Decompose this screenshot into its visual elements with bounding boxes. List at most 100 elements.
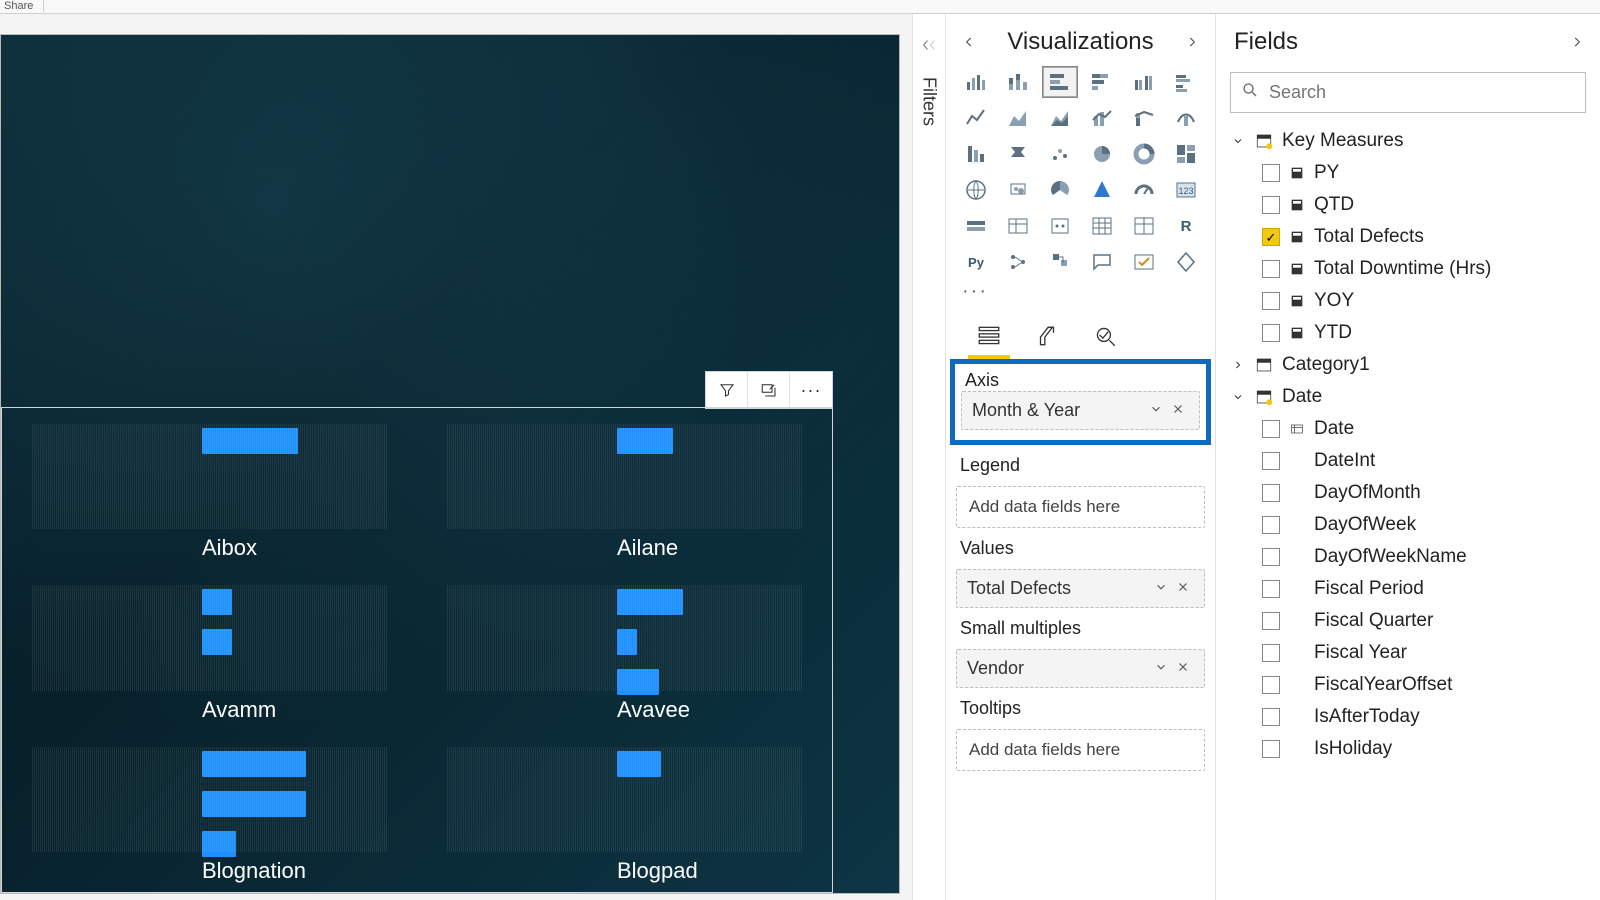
viz-type-icon[interactable] [958, 66, 994, 98]
field-checkbox[interactable] [1262, 292, 1280, 310]
viz-type-icon[interactable] [1168, 66, 1204, 98]
field-row[interactable]: Fiscal Quarter [1228, 605, 1592, 637]
viz-type-icon[interactable] [1042, 246, 1078, 278]
viz-type-icon[interactable] [1000, 138, 1036, 170]
small-multiple-cell[interactable]: Blogpad [417, 731, 832, 892]
viz-type-icon[interactable] [1084, 102, 1120, 134]
field-row[interactable]: PY [1228, 157, 1592, 189]
viz-type-icon[interactable] [1084, 210, 1120, 242]
field-checkbox[interactable] [1262, 196, 1280, 214]
remove-field-icon[interactable] [1172, 578, 1194, 599]
viz-type-icon[interactable] [1084, 174, 1120, 206]
chevron-down-icon[interactable] [1150, 578, 1172, 599]
field-checkbox[interactable] [1262, 676, 1280, 694]
small-multiple-cell[interactable]: Avavee [417, 569, 832, 730]
visual-more-icon[interactable]: ··· [790, 372, 832, 408]
viz-type-icon[interactable] [1000, 102, 1036, 134]
viz-type-icon[interactable] [1000, 246, 1036, 278]
viz-type-icon[interactable] [1000, 66, 1036, 98]
viz-type-icon[interactable] [958, 102, 994, 134]
selected-visual[interactable]: AiboxAilaneAvammAvaveeBlognationBlogpad [1, 407, 833, 893]
field-checkbox[interactable] [1262, 228, 1280, 246]
viz-type-icon[interactable] [1084, 246, 1120, 278]
small-multiple-cell[interactable]: Blognation [2, 731, 417, 892]
viz-type-icon[interactable] [1126, 246, 1162, 278]
field-checkbox[interactable] [1262, 484, 1280, 502]
field-row[interactable]: QTD [1228, 189, 1592, 221]
visual-focus-icon[interactable] [748, 372, 790, 408]
viz-collapse-left-icon[interactable] [958, 31, 980, 53]
field-checkbox[interactable] [1262, 644, 1280, 662]
field-row[interactable]: Date [1228, 413, 1592, 445]
viz-type-icon[interactable] [1042, 210, 1078, 242]
chevron-down-icon[interactable] [1230, 135, 1246, 147]
fields-collapse-icon[interactable] [1566, 31, 1588, 53]
viz-type-icon[interactable] [1168, 246, 1204, 278]
viz-type-icon[interactable] [958, 174, 994, 206]
field-row[interactable]: DayOfWeek [1228, 509, 1592, 541]
viz-type-icon[interactable]: Py [958, 246, 994, 278]
field-checkbox[interactable] [1262, 580, 1280, 598]
axis-field-pill[interactable]: Month & Year [961, 391, 1200, 430]
viz-type-icon[interactable] [958, 210, 994, 242]
small-multiple-cell[interactable]: Avamm [2, 569, 417, 730]
field-checkbox[interactable] [1262, 612, 1280, 630]
field-row[interactable]: IsAfterToday [1228, 701, 1592, 733]
legend-well-slot[interactable]: Add data fields here [956, 486, 1205, 528]
field-checkbox[interactable] [1262, 708, 1280, 726]
table-row[interactable]: Date [1228, 381, 1592, 413]
field-row[interactable]: DateInt [1228, 445, 1592, 477]
viz-type-icon[interactable]: R [1168, 210, 1204, 242]
table-row[interactable]: Category1 [1228, 349, 1592, 381]
field-row[interactable]: DayOfMonth [1228, 477, 1592, 509]
viz-type-icon[interactable] [1084, 66, 1120, 98]
viz-type-icon[interactable] [1126, 102, 1162, 134]
fields-search[interactable] [1230, 72, 1586, 113]
remove-field-icon[interactable] [1167, 400, 1189, 421]
viz-gallery-more-icon[interactable]: ··· [946, 278, 1215, 303]
filters-pane-collapsed[interactable]: Filters [912, 14, 946, 900]
chevron-down-icon[interactable] [1230, 391, 1246, 403]
viz-type-icon[interactable] [1084, 138, 1120, 170]
fields-search-input[interactable] [1269, 82, 1575, 103]
field-checkbox[interactable] [1262, 164, 1280, 182]
viz-type-icon[interactable] [1168, 102, 1204, 134]
viz-type-icon[interactable] [1000, 210, 1036, 242]
field-row[interactable]: FiscalYearOffset [1228, 669, 1592, 701]
fields-tab[interactable] [972, 321, 1006, 351]
chevron-down-icon[interactable] [1145, 400, 1167, 421]
small-multiple-cell[interactable]: Ailane [417, 408, 832, 569]
field-row[interactable]: DayOfWeekName [1228, 541, 1592, 573]
report-page[interactable]: ··· AiboxAilaneAvammAvaveeBlognationBlog… [0, 34, 900, 894]
field-checkbox[interactable] [1262, 452, 1280, 470]
report-canvas[interactable]: ··· AiboxAilaneAvammAvaveeBlognationBlog… [0, 14, 912, 900]
remove-field-icon[interactable] [1172, 658, 1194, 679]
field-row[interactable]: YTD [1228, 317, 1592, 349]
field-row[interactable]: Fiscal Period [1228, 573, 1592, 605]
viz-type-icon[interactable] [1042, 102, 1078, 134]
small-multiple-cell[interactable]: Aibox [2, 408, 417, 569]
viz-collapse-right-icon[interactable] [1181, 31, 1203, 53]
filters-expand-icon[interactable] [920, 36, 938, 59]
viz-type-icon[interactable] [1042, 66, 1078, 98]
field-row[interactable]: Total Downtime (Hrs) [1228, 253, 1592, 285]
viz-type-icon[interactable] [958, 138, 994, 170]
chevron-down-icon[interactable] [1150, 658, 1172, 679]
field-row[interactable]: Total Defects [1228, 221, 1592, 253]
field-checkbox[interactable] [1262, 260, 1280, 278]
viz-type-icon[interactable] [1168, 138, 1204, 170]
field-row[interactable]: IsHoliday [1228, 733, 1592, 765]
viz-type-icon[interactable] [1000, 174, 1036, 206]
viz-type-icon[interactable] [1042, 138, 1078, 170]
viz-type-icon[interactable] [1042, 174, 1078, 206]
analytics-tab[interactable] [1088, 321, 1122, 351]
visual-filter-icon[interactable] [706, 372, 748, 408]
field-checkbox[interactable] [1262, 740, 1280, 758]
field-checkbox[interactable] [1262, 516, 1280, 534]
field-row[interactable]: YOY [1228, 285, 1592, 317]
viz-type-icon[interactable] [1126, 210, 1162, 242]
viz-type-icon[interactable] [1126, 174, 1162, 206]
table-row[interactable]: Key Measures [1228, 125, 1592, 157]
field-checkbox[interactable] [1262, 420, 1280, 438]
viz-type-icon[interactable] [1126, 66, 1162, 98]
